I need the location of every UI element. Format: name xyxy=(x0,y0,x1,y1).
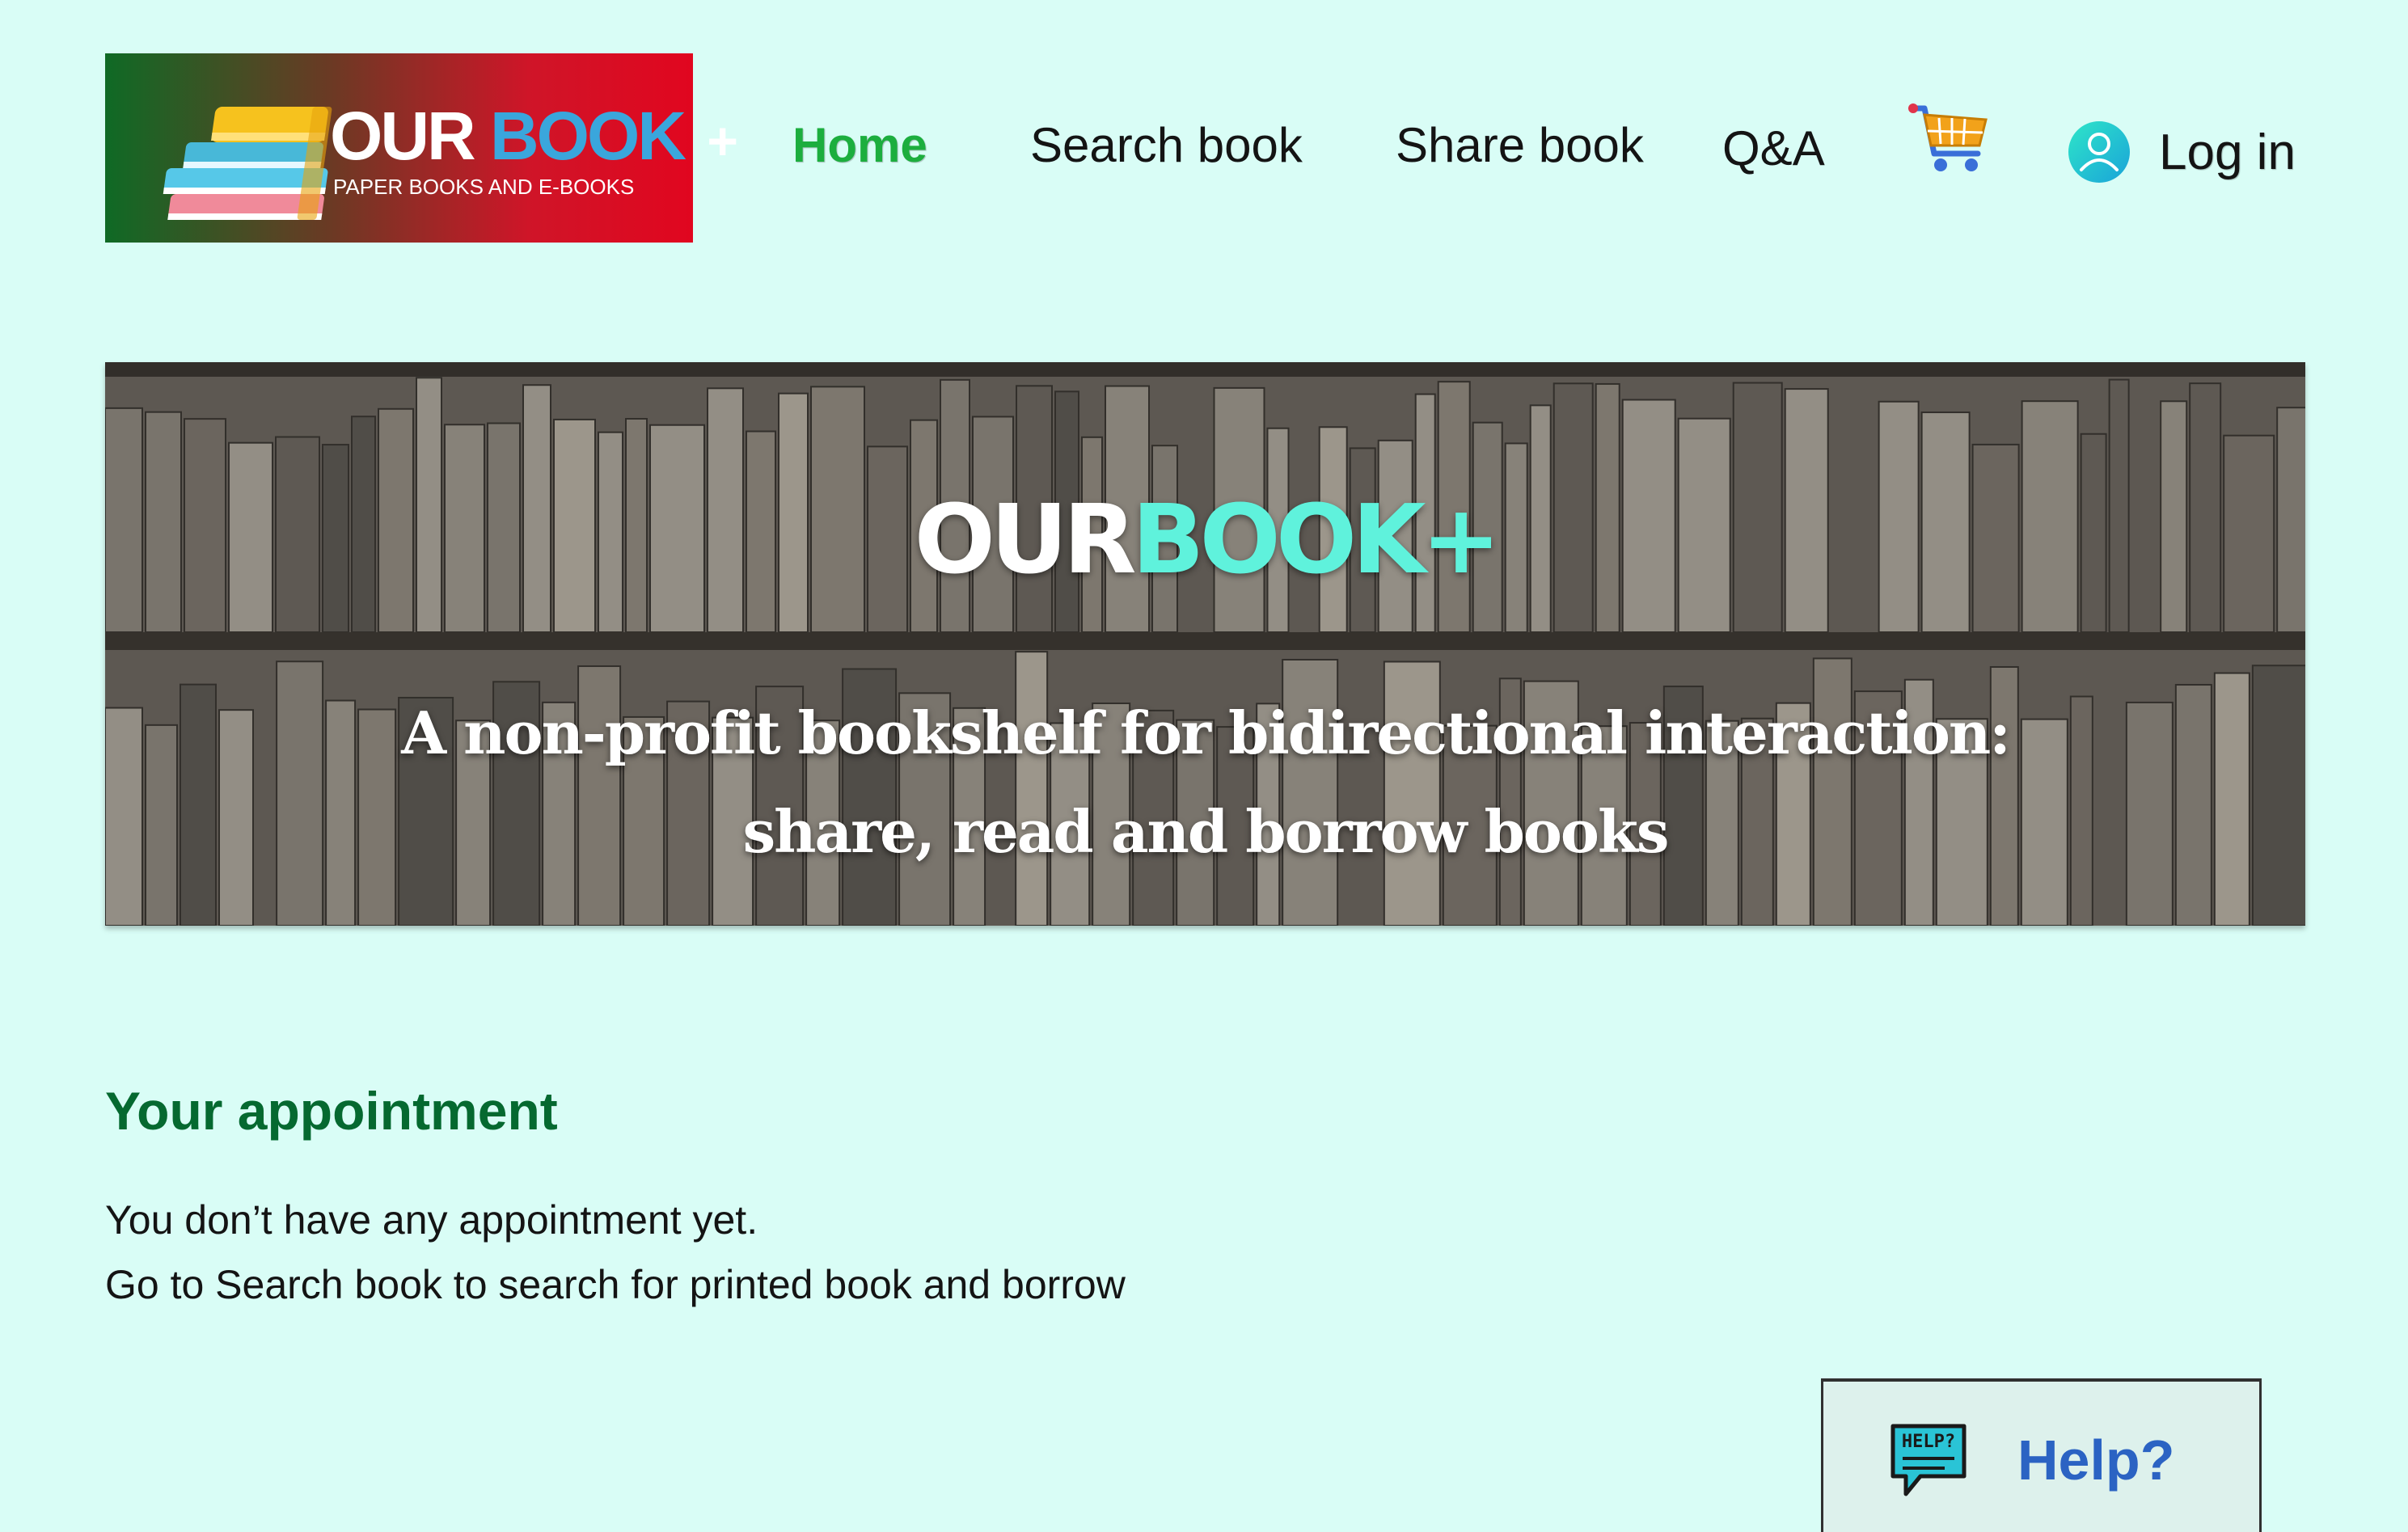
shopping-cart-icon[interactable] xyxy=(1907,100,1992,178)
user-circle-icon xyxy=(2068,121,2130,183)
appointment-heading: Your appointment xyxy=(105,1081,558,1141)
hero-title-book-plus: BOOK+ xyxy=(1131,483,1502,595)
login-label: Log in xyxy=(2159,124,2296,180)
hero-title-our: OUR xyxy=(914,483,1137,595)
hero-title: OURBOOK+ xyxy=(105,483,2305,595)
help-speech-bubble-icon: HELP? xyxy=(1890,1424,1967,1496)
hero-tagline-line1: A non-profit bookshelf for bidirectional… xyxy=(401,698,2011,767)
appointment-hint-message: Go to Search book to search for printed … xyxy=(105,1262,1126,1307)
help-icon-text: HELP? xyxy=(1902,1432,1955,1452)
nav-qa-link[interactable]: Q&A xyxy=(1722,116,1825,181)
help-button[interactable]: HELP? Help? xyxy=(1821,1378,2262,1532)
hero-tagline-line2: share, read and borrow books xyxy=(742,797,1670,866)
main-nav: Home Search book Share book Q&A xyxy=(0,113,2408,178)
login-button[interactable]: Log in xyxy=(2067,113,2296,191)
help-label: Help? xyxy=(2017,1428,2175,1492)
logo-subtitle: PAPER BOOKS AND E-BOOKS xyxy=(333,175,635,199)
nav-share-book-link[interactable]: Share book xyxy=(1396,113,1644,178)
hero-tagline: A non-profit bookshelf for bidirectional… xyxy=(105,684,2305,881)
appointment-empty-message: You don’t have any appointment yet. xyxy=(105,1197,758,1243)
hero-banner: OURBOOK+ A non-profit bookshelf for bidi… xyxy=(105,362,2305,926)
nav-search-book-link[interactable]: Search book xyxy=(1030,113,1303,178)
nav-home-link[interactable]: Home xyxy=(792,113,927,178)
